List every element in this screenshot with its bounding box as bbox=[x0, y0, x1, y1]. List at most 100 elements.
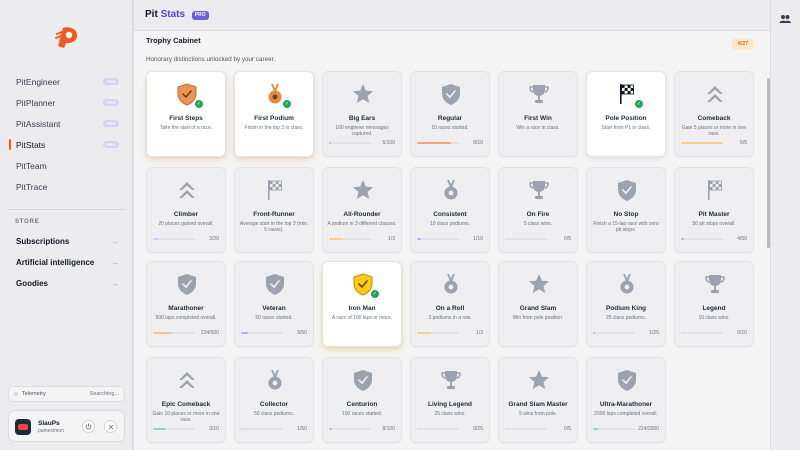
trophy-card[interactable]: Big Ears 100 engineer messages captured. 5… bbox=[322, 71, 402, 157]
close-icon bbox=[108, 424, 113, 429]
trophy-card[interactable]: Grand Slam Win from pole position. bbox=[498, 261, 578, 347]
progress-text: 8/100 bbox=[382, 426, 395, 432]
title-main: Pit bbox=[145, 9, 158, 20]
progress-text: 0/5 bbox=[564, 236, 571, 242]
progress-bar bbox=[417, 428, 459, 430]
sidebar-item-pittrace[interactable]: PitTrace bbox=[8, 176, 125, 197]
progress-bar bbox=[153, 428, 195, 430]
trophy-description: Take the start of a race. bbox=[159, 125, 213, 131]
trophy-card[interactable]: Marathoner 500 laps completed overall. 224… bbox=[146, 261, 226, 347]
trophy-name: Veteran bbox=[262, 305, 286, 312]
trophy-card[interactable]: ✓ Iron Man A race of 100 laps or more. bbox=[322, 261, 402, 347]
trophy-description: Finish in the top 3 in class. bbox=[244, 125, 304, 131]
progress-fill bbox=[593, 428, 598, 430]
trophy-card[interactable]: Consistent 10 class podiums. 1/10 bbox=[410, 167, 490, 253]
trophy-card[interactable]: Grand Slam Master 5 wins from pole. 0/5 bbox=[498, 357, 578, 443]
trophy-card[interactable]: Veteran 50 races started. 8/50 bbox=[234, 261, 314, 347]
trophy-description: Win a race in class. bbox=[516, 125, 560, 131]
trophy-name: Marathoner bbox=[168, 305, 204, 312]
trophy-card[interactable]: All-Rounder A podium in 3 different class… bbox=[322, 167, 402, 253]
sidebar-item-label: PitPlanner bbox=[16, 97, 56, 108]
trophy-card[interactable]: Legend 10 class wins. 0/10 bbox=[674, 261, 754, 347]
sidebar-item-pitteam[interactable]: PitTeam bbox=[8, 155, 125, 176]
pro-badge: PRO bbox=[103, 99, 119, 106]
progress-bar bbox=[417, 142, 459, 144]
trophy-name: Centurion bbox=[346, 401, 378, 408]
telemetry-status: Telemetry Searching... bbox=[8, 386, 125, 402]
progress-text: 3/10 bbox=[209, 426, 219, 432]
store-item-goodies[interactable]: Goodies → bbox=[8, 273, 125, 294]
shield-icon bbox=[618, 180, 636, 201]
star-icon bbox=[353, 180, 373, 199]
trophy-card[interactable]: Ultra-Marathoner 2000 laps completed over… bbox=[586, 357, 666, 443]
trophy-card[interactable]: Front-Runner Average start in the top 3 (… bbox=[234, 167, 314, 253]
progress-bar bbox=[681, 142, 723, 144]
power-button[interactable] bbox=[82, 420, 95, 433]
sidebar-divider bbox=[8, 209, 125, 210]
right-rail bbox=[770, 0, 800, 450]
progress-text: 1/50 bbox=[297, 426, 307, 432]
pro-badge: PRO bbox=[103, 78, 119, 85]
trophy-card[interactable]: ✓ First Podium Finish in the top 3 in clas… bbox=[234, 71, 314, 157]
shield-icon bbox=[354, 370, 372, 391]
star-icon bbox=[353, 84, 373, 103]
progress-bar bbox=[241, 428, 283, 430]
trophy-name: All-Rounder bbox=[343, 211, 381, 218]
cup-icon bbox=[441, 371, 461, 389]
progress-fill bbox=[241, 332, 248, 334]
trophy-name: Climber bbox=[173, 211, 199, 218]
sidebar-item-pitassistant[interactable]: PitAssistant PRO bbox=[8, 113, 125, 134]
close-button[interactable] bbox=[104, 420, 117, 433]
progress-fill bbox=[593, 332, 595, 334]
trophy-card[interactable]: Climber 20 places gained overall. 3/20 bbox=[146, 167, 226, 253]
trophy-name: Collector bbox=[259, 401, 289, 408]
trophy-card[interactable]: Regular 10 races started. 8/10 bbox=[410, 71, 490, 157]
trophy-card[interactable]: Pit Master 50 pit stops overall. 4/50 bbox=[674, 167, 754, 253]
trophy-card[interactable]: Centurion 100 races started. 8/100 bbox=[322, 357, 402, 443]
trophy-name: Consistent bbox=[433, 211, 467, 218]
app-logo-icon bbox=[55, 27, 78, 48]
progress-fill bbox=[417, 332, 431, 334]
sidebar-item-label: PitEngineer bbox=[16, 76, 60, 87]
trophy-description: 500 laps completed overall. bbox=[155, 315, 217, 321]
trophy-card[interactable]: Living Legend 25 class wins. 0/25 bbox=[410, 357, 490, 443]
progress-fill bbox=[329, 142, 332, 144]
trophy-card[interactable]: On Fire 5 class wins. 0/5 bbox=[498, 167, 578, 253]
store-item-ai[interactable]: Artificial intelligence → bbox=[8, 252, 125, 273]
trophy-card[interactable]: First Win Win a race in class. bbox=[498, 71, 578, 157]
section-subtitle: Honorary distinctions unlocked by your c… bbox=[146, 56, 276, 63]
trophy-card[interactable]: Epic Comeback Gain 10 places or more in o… bbox=[146, 357, 226, 443]
trophy-name: Podium King bbox=[605, 305, 647, 312]
flag-icon bbox=[268, 180, 282, 200]
sidebar-item-pitengineer[interactable]: PitEngineer PRO bbox=[8, 71, 125, 92]
progress-text: 1/3 bbox=[388, 236, 395, 242]
trophy-name: Front-Runner bbox=[253, 211, 295, 218]
progress-fill bbox=[681, 238, 685, 240]
trophy-card[interactable]: ✓ Pole Position Start from P1 in class. bbox=[586, 71, 666, 157]
progress-text: 3/20 bbox=[209, 236, 219, 242]
trophy-description: 10 class podiums. bbox=[429, 221, 471, 227]
trophy-card[interactable]: Collector 50 class podiums. 1/50 bbox=[234, 357, 314, 443]
trophy-description: 50 races started. bbox=[255, 315, 293, 321]
trophy-card[interactable]: ✓ First Steps Take the start of a race. bbox=[146, 71, 226, 157]
sidebar-item-pitstats[interactable]: PitStats PRO bbox=[8, 134, 125, 155]
trophy-card[interactable]: Comeback Gain 5 places or more in one rac… bbox=[674, 71, 754, 157]
trophy-card[interactable]: Podium King 25 class podiums. 1/25 bbox=[586, 261, 666, 347]
check-badge-icon: ✓ bbox=[283, 100, 291, 108]
trophy-name: Grand Slam bbox=[519, 305, 557, 312]
trophy-description: 25 class podiums. bbox=[605, 315, 647, 321]
medal-icon bbox=[268, 369, 282, 390]
trophy-card[interactable]: No Stop Finish a 15-lap race with zero pi… bbox=[586, 167, 666, 253]
people-icon[interactable] bbox=[779, 14, 791, 24]
trophy-name: No Stop bbox=[613, 211, 639, 218]
trophy-description: 10 class wins. bbox=[698, 315, 730, 321]
trophy-description: A podium in 3 different classes. bbox=[327, 221, 397, 227]
progress-text: 5/5 bbox=[740, 140, 747, 146]
progress-text: 0/5 bbox=[564, 426, 571, 432]
store-item-subscriptions[interactable]: Subscriptions → bbox=[8, 231, 125, 252]
star-icon bbox=[529, 274, 549, 293]
sidebar-item-pitplanner[interactable]: PitPlanner PRO bbox=[8, 92, 125, 113]
trophy-card[interactable]: On a Roll 3 podiums in a row. 1/3 bbox=[410, 261, 490, 347]
trophy-description: 50 class podiums. bbox=[253, 411, 295, 417]
sidebar-item-label: PitTrace bbox=[16, 181, 48, 192]
